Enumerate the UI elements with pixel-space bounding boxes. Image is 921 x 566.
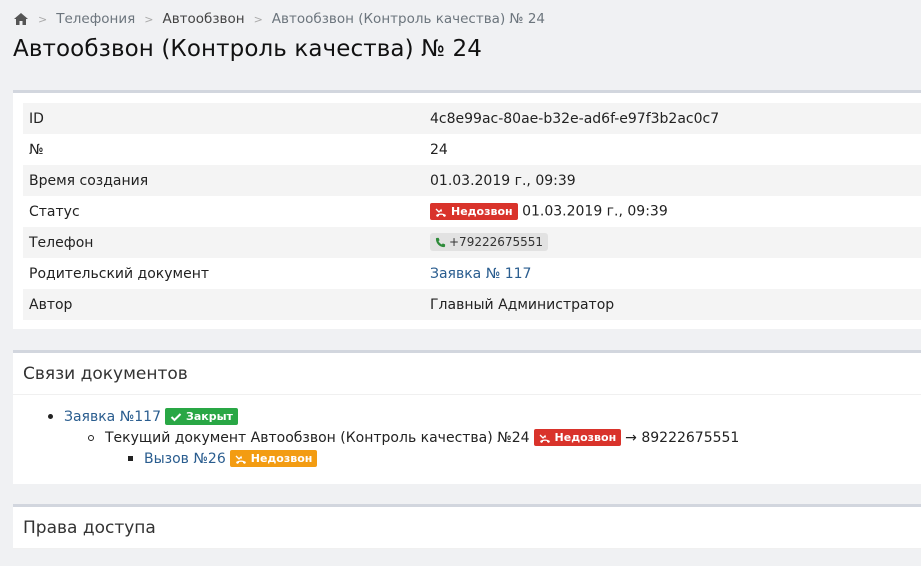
phone-number: +79222675551 — [449, 235, 544, 250]
closed-badge: Закрыт — [165, 408, 238, 425]
call-status-badge-text: Недозвон — [250, 452, 313, 465]
status-badge: Недозвон — [430, 203, 518, 220]
breadcrumb-separator: > — [144, 12, 154, 26]
call-status-badge: Недозвон — [229, 450, 318, 467]
current-status-badge: Недозвон — [533, 429, 622, 446]
author-value: Главный Администратор — [424, 289, 921, 320]
breadcrumb: > Телефония > Автообзвон > Автообзвон (К… — [13, 10, 545, 28]
current-document-text: Текущий документ Автообзвон (Контроль ка… — [105, 429, 530, 446]
home-icon[interactable] — [13, 12, 29, 26]
breadcrumb-autodial[interactable]: Автообзвон — [162, 11, 244, 27]
current-status-badge-text: Недозвон — [554, 431, 617, 444]
created-value: 01.03.2019 г., 09:39 — [424, 165, 921, 196]
id-label: ID — [23, 103, 424, 134]
breadcrumb-separator: > — [38, 12, 48, 26]
page-title: Автообзвон (Контроль качества) № 24 — [13, 36, 482, 62]
document-tree: Заявка №117 Закрыт Текущий документ Авто… — [13, 395, 921, 469]
breadcrumb-current: Автообзвон (Контроль качества) № 24 — [271, 11, 546, 27]
breadcrumb-separator: > — [253, 12, 263, 26]
number-label: № — [29, 141, 44, 158]
document-links-title: Связи документов — [13, 353, 921, 395]
table-row: Телефон +79222675551 — [23, 227, 921, 258]
table-row: Время создания 01.03.2019 г., 09:39 — [23, 165, 921, 196]
list-item: Вызов №26 Недозвон — [13, 448, 921, 469]
request-117-link[interactable]: Заявка №117 — [64, 409, 161, 425]
list-item: Текущий документ Автообзвон (Контроль ка… — [13, 427, 921, 448]
status-value: Недозвон 01.03.2019 г., 09:39 — [424, 196, 921, 227]
status-badge-text: Недозвон — [451, 205, 513, 218]
document-links-card: Связи документов Заявка №117 Закрыт Теку… — [13, 350, 921, 484]
id-value: 4c8e99ac-80ae-b32e-ad6f-e97f3b2ac0c7 — [424, 103, 921, 134]
number-value: 24 — [430, 141, 448, 158]
phone-icon — [435, 237, 446, 247]
list-item: Заявка №117 Закрыт — [13, 406, 921, 427]
table-row: Статус Недозвон 01.03.2019 г., 09:39 — [23, 196, 921, 227]
parent-label: Родительский документ — [29, 265, 210, 282]
check-icon — [170, 412, 182, 421]
call-26-link[interactable]: Вызов №26 — [144, 451, 226, 467]
table-row: Автор Главный Администратор — [23, 289, 921, 320]
info-table: ID 4c8e99ac-80ae-b32e-ad6f-e97f3b2ac0c7 … — [23, 103, 921, 320]
access-rights-title[interactable]: Права доступа — [13, 507, 921, 549]
closed-badge-text: Закрыт — [186, 410, 233, 423]
missed-call-icon — [539, 434, 550, 443]
breadcrumb-telephony[interactable]: Телефония — [56, 11, 135, 27]
bullet — [48, 414, 53, 419]
missed-call-icon — [435, 208, 446, 217]
status-time: 01.03.2019 г., 09:39 — [522, 203, 668, 220]
table-row: Родительский документ Заявка № 117 — [23, 258, 921, 289]
info-card: ID 4c8e99ac-80ae-b32e-ad6f-e97f3b2ac0c7 … — [13, 90, 921, 329]
phone-label: Телефон — [23, 227, 424, 258]
table-row: ID 4c8e99ac-80ae-b32e-ad6f-e97f3b2ac0c7 — [23, 103, 921, 134]
bullet — [88, 434, 94, 441]
missed-call-icon — [235, 455, 246, 464]
created-label: Время создания — [23, 165, 424, 196]
author-label: Автор — [23, 289, 424, 320]
phone-value: +79222675551 — [424, 227, 921, 258]
status-label: Статус — [29, 203, 80, 220]
access-rights-card: Права доступа — [13, 504, 921, 549]
bullet — [128, 456, 133, 461]
current-phone: → 89222675551 — [625, 429, 740, 446]
parent-document-link[interactable]: Заявка № 117 — [430, 266, 531, 282]
phone-chip[interactable]: +79222675551 — [430, 233, 549, 252]
table-row: № 24 — [23, 134, 921, 165]
